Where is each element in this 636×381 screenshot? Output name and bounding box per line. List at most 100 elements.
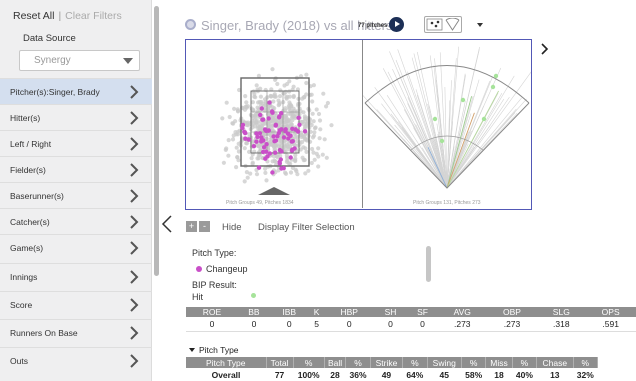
batted-ball-dot <box>490 84 496 90</box>
clear-filters-button[interactable]: Clear Filters <box>65 10 122 22</box>
sidebar-item-runners-on-base[interactable]: Runners On Base <box>0 319 152 345</box>
background-pitch <box>254 120 259 125</box>
col-ball-pct[interactable]: % <box>345 357 371 368</box>
play-button[interactable] <box>389 17 404 32</box>
changeup-pitch <box>286 136 291 141</box>
chevron-right-icon[interactable] <box>541 43 549 55</box>
background-pitch <box>263 166 268 171</box>
changeup-pitch <box>259 137 264 142</box>
changeup-pitch <box>270 170 275 175</box>
background-pitch <box>231 121 236 126</box>
sidebar-item-game[interactable]: Game(s) <box>0 234 152 260</box>
col-k[interactable]: K <box>308 307 325 317</box>
background-pitch <box>234 132 239 137</box>
cell-obp: .273 <box>486 317 538 332</box>
sidebar-item-baserunner[interactable]: Baserunner(s) <box>0 182 152 208</box>
col-ibb[interactable]: IBB <box>269 307 309 317</box>
col-total[interactable]: Total <box>266 357 294 368</box>
filter-scrollbar[interactable] <box>426 246 431 282</box>
background-pitch <box>311 119 316 124</box>
pitch-location-plot: Pitch Groups 49, Pitches 1834 <box>220 67 334 206</box>
col-strike-pct[interactable]: % <box>402 357 428 368</box>
cell-swing: 45 <box>439 370 449 380</box>
sidebar-item-innings[interactable]: Innings <box>0 263 152 289</box>
chevron-down-icon[interactable] <box>477 23 483 27</box>
col-swing[interactable]: Swing <box>427 357 463 368</box>
reset-all-button[interactable]: Reset All <box>13 10 54 22</box>
background-pitch <box>243 94 248 99</box>
sidebar-scrollbar[interactable] <box>154 6 159 276</box>
chevron-right-icon <box>130 326 139 340</box>
background-pitch <box>278 88 283 93</box>
changeup-pitch <box>279 127 284 132</box>
cell-strike: 49 <box>381 370 392 380</box>
background-pitch <box>288 112 293 117</box>
col-slg[interactable]: SLG <box>537 307 586 317</box>
collapse-sidebar-icon[interactable] <box>161 215 173 233</box>
col-bb[interactable]: BB <box>237 307 270 317</box>
changeup-pitch <box>279 149 284 154</box>
sidebar-item-catcher[interactable]: Catcher(s) <box>0 208 152 234</box>
pitch-type-section-toggle[interactable]: Pitch Type <box>189 345 239 355</box>
display-filter-selection-link[interactable]: Display Filter Selection <box>258 222 355 233</box>
background-pitch <box>236 141 241 146</box>
background-pitch <box>242 146 247 151</box>
pitcher-color-icon <box>185 19 196 30</box>
view-toggle[interactable] <box>424 16 462 33</box>
col-ops[interactable]: OPS <box>585 307 636 317</box>
col-obp[interactable]: OBP <box>486 307 538 317</box>
col-miss[interactable]: Miss <box>485 357 513 368</box>
changeup-pitch <box>254 139 259 144</box>
background-pitch <box>318 127 323 132</box>
background-pitch <box>249 106 254 111</box>
background-pitch <box>310 146 315 152</box>
col-chase-pct[interactable]: % <box>573 357 599 368</box>
col-avg[interactable]: AVG <box>437 307 487 317</box>
col-sh[interactable]: SH <box>373 307 408 317</box>
background-pitch <box>224 100 229 105</box>
plot-container: Pitch Groups 49, Pitches 1834 Pitch Grou… <box>185 39 532 210</box>
col-sf[interactable]: SF <box>407 307 438 317</box>
background-pitch <box>288 170 294 175</box>
background-pitch <box>269 124 274 129</box>
background-pitch <box>324 155 329 160</box>
changeup-pitch <box>264 142 269 147</box>
changeup-pitch <box>273 138 279 143</box>
col-pitch-type[interactable]: Pitch Type <box>186 357 267 368</box>
sidebar-item-left-right[interactable]: Left / Right <box>0 130 152 156</box>
background-pitch <box>244 100 249 105</box>
background-pitch <box>303 171 308 176</box>
background-pitch <box>264 178 269 183</box>
background-pitch <box>296 143 301 148</box>
expand-button[interactable]: + <box>186 221 197 232</box>
col-swing-pct[interactable]: % <box>461 357 487 368</box>
col-strike[interactable]: Strike <box>370 357 404 368</box>
col-miss-pct[interactable]: % <box>512 357 538 368</box>
sidebar-item-outs[interactable]: Outs <box>0 347 152 373</box>
chevron-right-icon <box>130 111 139 125</box>
background-pitch <box>291 93 296 99</box>
background-pitch <box>258 100 263 105</box>
cell-roe: 0 <box>186 317 238 332</box>
hide-link[interactable]: Hide <box>222 222 242 233</box>
changeup-pitch <box>266 128 271 133</box>
sidebar-item-pitcher[interactable]: Pitcher(s):Singer, Brady <box>0 78 152 104</box>
sidebar-item-score[interactable]: Score <box>0 291 152 317</box>
sidebar-item-hitter[interactable]: Hitter(s) <box>0 104 152 130</box>
col-ball[interactable]: Ball <box>324 357 347 368</box>
col-roe[interactable]: ROE <box>186 307 238 317</box>
sidebar-item-fielder[interactable]: Fielder(s) <box>0 156 152 182</box>
hit-dot-icon <box>251 293 256 298</box>
col-hbp[interactable]: HBP <box>324 307 374 317</box>
changeup-dot-icon <box>196 266 202 272</box>
background-pitch <box>302 125 308 130</box>
sidebar-item-label: Catcher(s) <box>10 217 50 227</box>
cell-ball: 28 <box>330 370 340 380</box>
chevron-right-icon <box>130 215 139 229</box>
col-total-pct[interactable]: % <box>293 357 325 368</box>
col-chase[interactable]: Chase <box>536 357 574 368</box>
collapse-button[interactable]: - <box>199 221 210 232</box>
scatter-view-icon[interactable] <box>426 18 443 31</box>
data-source-select[interactable]: Synergy <box>19 50 140 71</box>
spray-view-icon[interactable] <box>444 18 461 31</box>
